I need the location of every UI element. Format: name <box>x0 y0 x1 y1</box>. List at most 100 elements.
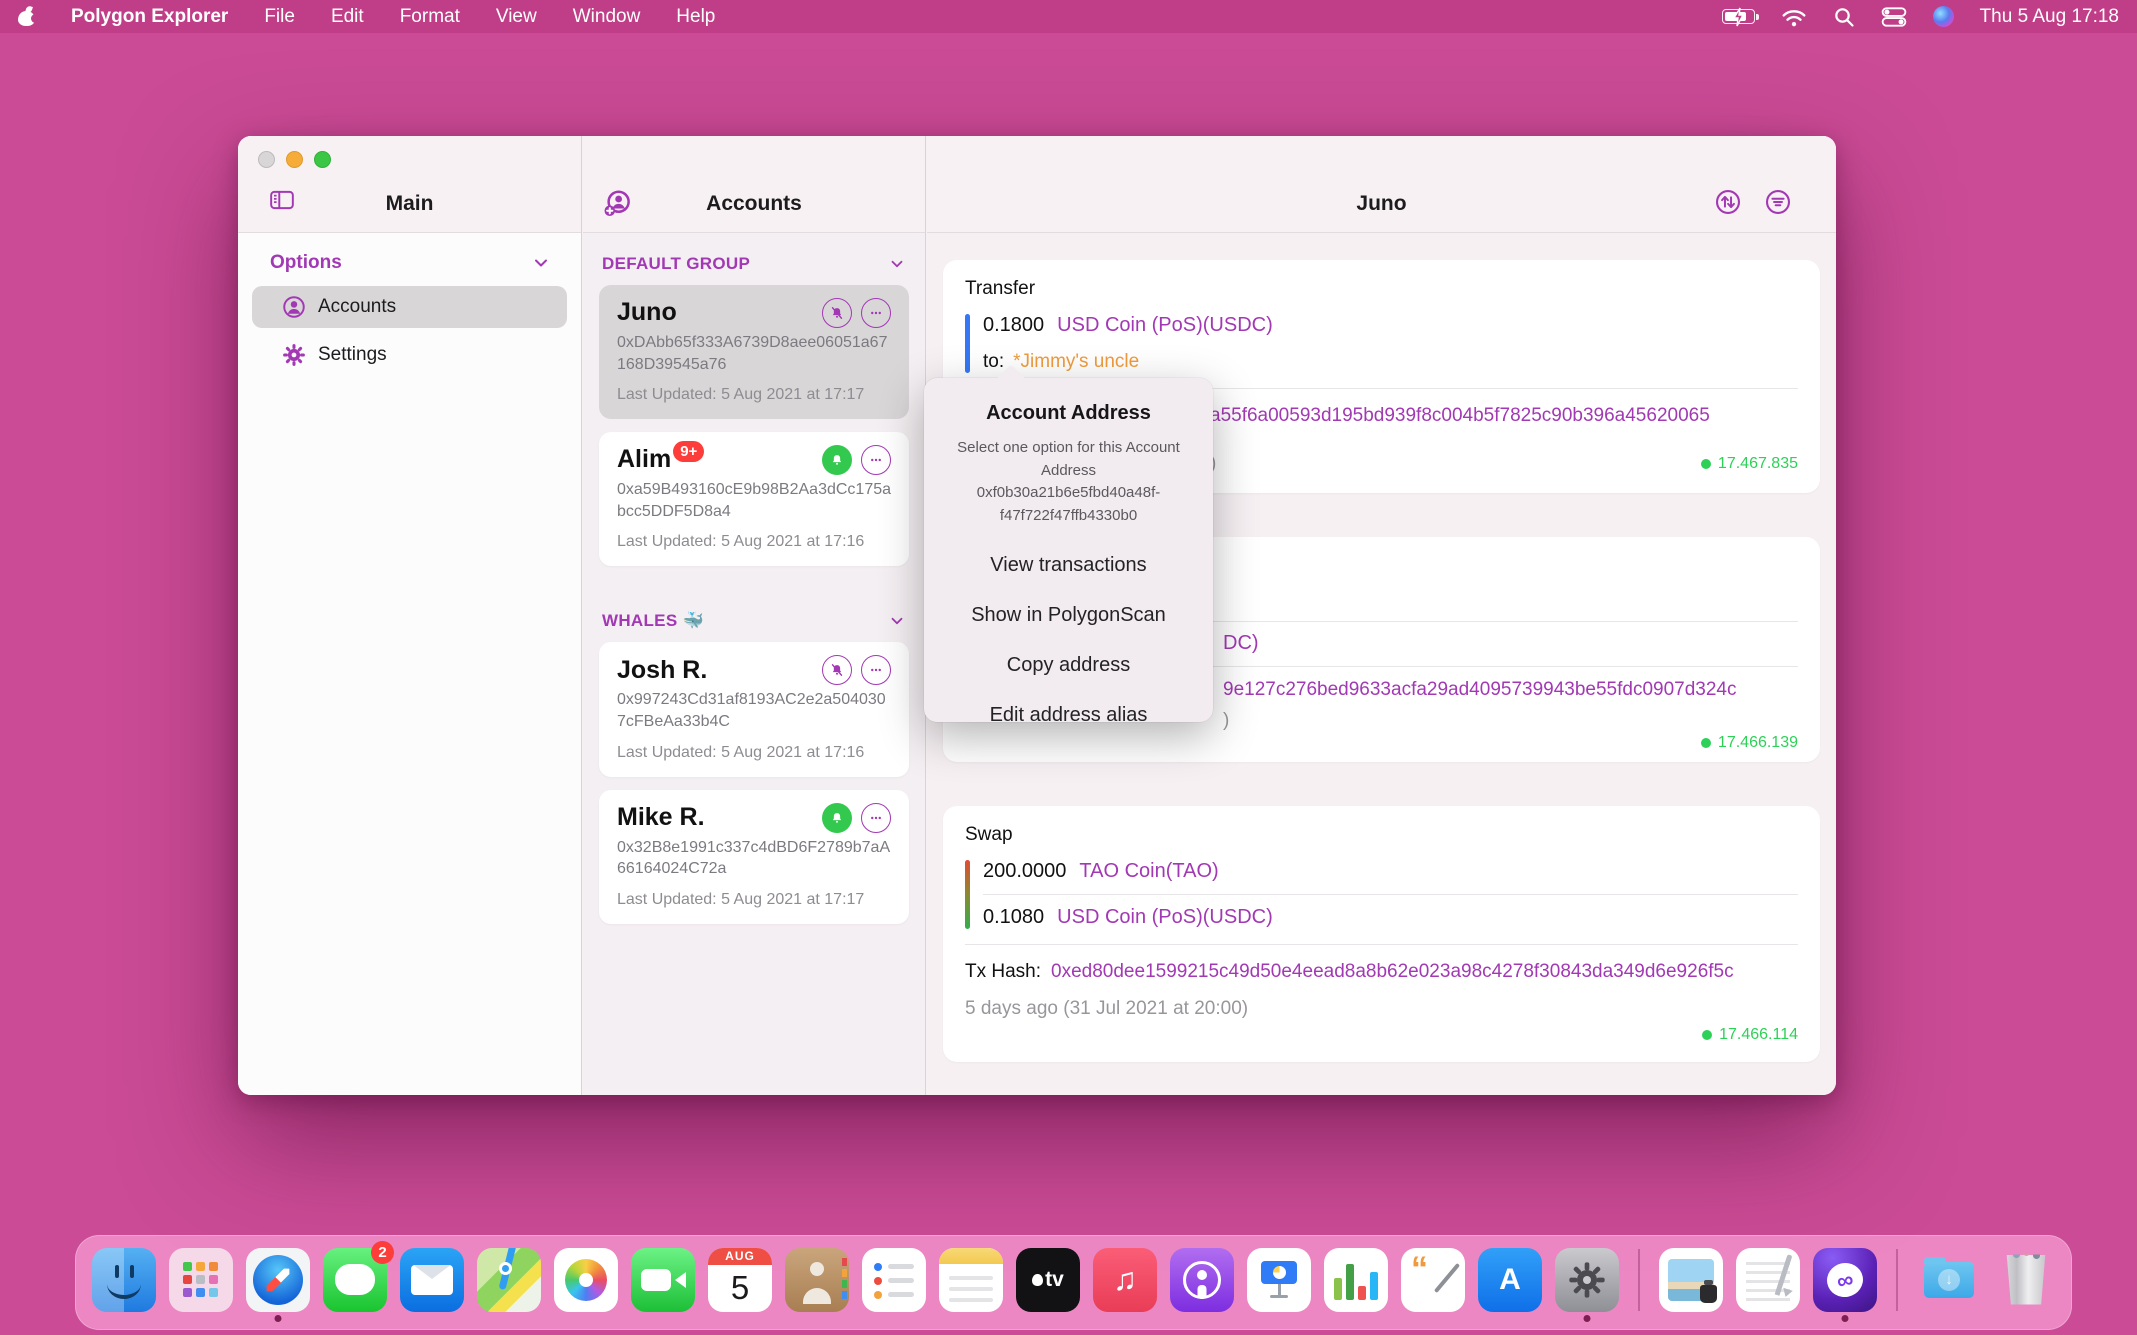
calendar-dock-icon[interactable]: AUG5 <box>708 1248 772 1312</box>
status-dot <box>1702 1030 1712 1040</box>
maps-dock-icon[interactable] <box>477 1248 541 1312</box>
siri-icon[interactable] <box>1933 6 1954 27</box>
control-center-icon[interactable] <box>1881 6 1907 28</box>
swap-from-amount: 200.0000 <box>983 860 1066 883</box>
finder-dock-icon[interactable] <box>92 1248 156 1312</box>
facetime-dock-icon[interactable] <box>631 1248 695 1312</box>
launchpad-grid <box>183 1262 192 1271</box>
account-card-mike[interactable]: Mike R. 0x32B8e1991c337c4dBD6F2789b7aA66… <box>599 790 909 924</box>
compass-needle <box>264 1265 292 1293</box>
coin-link-fragment[interactable]: DC) <box>1223 632 1259 655</box>
notifications-on-icon[interactable] <box>822 803 852 833</box>
notifications-on-icon[interactable] <box>822 445 852 475</box>
sort-icon[interactable] <box>1714 188 1742 216</box>
app-store-dock-icon[interactable]: A <box>1478 1248 1542 1312</box>
account-card-alim[interactable]: Alim 9+ 0xa59B493160cE9b98B2Aa3dCc175abc… <box>599 432 909 566</box>
to-address-alias-link[interactable]: *Jimmy's uncle <box>1013 351 1139 373</box>
block-number: 17.466.114 <box>1702 1026 1798 1044</box>
account-last-updated: Last Updated: 5 Aug 2021 at 17:16 <box>617 744 891 762</box>
calendar-month: AUG <box>708 1248 772 1265</box>
menu-format[interactable]: Format <box>400 6 460 28</box>
downloads-dock-icon[interactable]: ↓ <box>1917 1248 1981 1312</box>
notes-dock-icon[interactable] <box>939 1248 1003 1312</box>
swap-to-coin-link[interactable]: USD Coin (PoS)(USDC) <box>1057 906 1273 929</box>
podcasts-dock-icon[interactable] <box>1170 1248 1234 1312</box>
pages-dock-icon[interactable]: “ <box>1401 1248 1465 1312</box>
popover-action-edit-address-alias[interactable]: Edit address alias <box>940 704 1197 727</box>
chevron-down-icon[interactable] <box>888 612 906 630</box>
menu-app-name[interactable]: Polygon Explorer <box>71 6 228 28</box>
contacts-dock-icon[interactable] <box>785 1248 849 1312</box>
account-address: 0x997243Cd31af8193AC2e2a5040307cFBeAa33b… <box>617 689 893 732</box>
account-card-juno[interactable]: Juno 0xDAbb65f333A6739D8aee06051a67168D3… <box>599 285 909 419</box>
menu-bar: Polygon Explorer File Edit Format View W… <box>0 0 2137 33</box>
account-options-icon[interactable] <box>861 298 891 328</box>
group-header-default[interactable]: DEFAULT GROUP <box>602 254 906 274</box>
account-name: Alim <box>617 446 671 474</box>
reminders-dock-icon[interactable] <box>862 1248 926 1312</box>
preview-dock-icon[interactable] <box>1659 1248 1723 1312</box>
compass <box>253 1255 303 1305</box>
swap-bar <box>965 860 970 929</box>
numbers-dock-icon[interactable] <box>1324 1248 1388 1312</box>
polygon-explorer-dock-icon[interactable]: ∞ <box>1813 1248 1877 1312</box>
launchpad-dock-icon[interactable] <box>169 1248 233 1312</box>
wifi-icon[interactable] <box>1781 6 1807 28</box>
sidebar-item-accounts[interactable]: Accounts <box>252 286 567 328</box>
menu-clock[interactable]: Thu 5 Aug 17:18 <box>1980 6 2119 28</box>
account-card-josh[interactable]: Josh R. 0x997243Cd31af8193AC2e2a5040307c… <box>599 642 909 776</box>
menu-window[interactable]: Window <box>573 6 641 28</box>
popover-action-copy-address[interactable]: Copy address <box>940 654 1197 677</box>
account-options-icon[interactable] <box>861 445 891 475</box>
gear-icon <box>1567 1260 1607 1300</box>
transfer-coin-link[interactable]: USD Coin (PoS)(USDC) <box>1057 314 1273 337</box>
keynote-dock-icon[interactable] <box>1247 1248 1311 1312</box>
account-last-updated: Last Updated: 5 Aug 2021 at 17:17 <box>617 891 891 909</box>
messages-dock-icon[interactable]: 2 <box>323 1248 387 1312</box>
account-options-icon[interactable] <box>861 803 891 833</box>
transaction-card-swap[interactable]: Swap 200.0000 TAO Coin(TAO) 0.1080 USD C… <box>943 806 1820 1063</box>
options-section-header[interactable]: Options <box>238 234 581 280</box>
polygon-explorer-window: Main Options Accounts Settings Accounts <box>238 136 1836 1095</box>
photos-dock-icon[interactable] <box>554 1248 618 1312</box>
swap-from-coin-link[interactable]: TAO Coin(TAO) <box>1079 860 1218 883</box>
menu-view[interactable]: View <box>496 6 537 28</box>
status-dot <box>1701 738 1711 748</box>
account-options-icon[interactable] <box>861 655 891 685</box>
menu-edit[interactable]: Edit <box>331 6 364 28</box>
system-preferences-dock-icon[interactable] <box>1555 1248 1619 1312</box>
close-button[interactable] <box>258 151 275 168</box>
popover-action-view-transactions[interactable]: View transactions <box>940 554 1197 577</box>
sidebar-item-settings[interactable]: Settings <box>252 334 567 376</box>
notifications-muted-icon[interactable] <box>822 655 852 685</box>
dock: 2 AUG5 tv ♫ “ A ∞ ↓ <box>75 1235 2072 1330</box>
polygon-logo: ∞ <box>1824 1259 1866 1300</box>
filter-icon[interactable] <box>1764 188 1792 216</box>
transaction-type: Swap <box>965 824 1798 846</box>
battery-icon[interactable] <box>1722 9 1755 24</box>
apple-tv-dock-icon[interactable]: tv <box>1016 1248 1080 1312</box>
accounts-pane-body: DEFAULT GROUP Juno 0xDAbb65f333A6739D8ae… <box>583 234 925 1095</box>
person-circle-icon <box>281 294 307 320</box>
safari-dock-icon[interactable] <box>246 1248 310 1312</box>
account-name: Juno <box>617 299 677 327</box>
chevron-down-icon[interactable] <box>531 253 551 273</box>
menu-help[interactable]: Help <box>676 6 715 28</box>
notifications-muted-icon[interactable] <box>822 298 852 328</box>
music-dock-icon[interactable]: ♫ <box>1093 1248 1157 1312</box>
popover-action-show-in-polygonscan[interactable]: Show in PolygonScan <box>940 604 1197 627</box>
zoom-button[interactable] <box>314 151 331 168</box>
group-header-whales[interactable]: WHALES 🐳 <box>602 611 906 631</box>
trash-dock-icon[interactable] <box>1994 1248 2058 1312</box>
tx-hash-link[interactable]: 0xed80dee1599215c49d50e4eead8a8b62e023a9… <box>1051 961 1734 982</box>
minimize-button[interactable] <box>286 151 303 168</box>
account-address: 0xDAbb65f333A6739D8aee06051a67168D39545a… <box>617 332 893 375</box>
group-name: DEFAULT GROUP <box>602 254 750 274</box>
chevron-down-icon[interactable] <box>888 255 906 273</box>
account-last-updated: Last Updated: 5 Aug 2021 at 17:16 <box>617 533 891 551</box>
spotlight-search-icon[interactable] <box>1833 6 1855 28</box>
apple-menu-icon[interactable] <box>18 7 35 26</box>
mail-dock-icon[interactable] <box>400 1248 464 1312</box>
textedit-dock-icon[interactable] <box>1736 1248 1800 1312</box>
menu-file[interactable]: File <box>264 6 295 28</box>
